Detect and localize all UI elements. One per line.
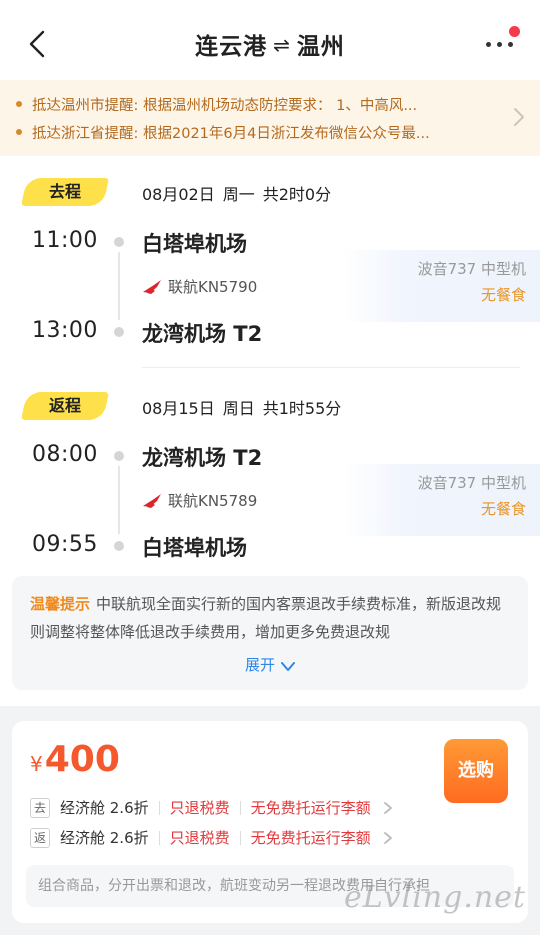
section-divider [142,367,520,368]
separator [158,830,160,845]
direction-badge: 返 [30,827,50,848]
more-menu-button[interactable] [484,26,520,56]
timeline-dot [114,327,124,337]
aircraft-model: 波音737 中型机 [417,260,526,278]
cabin-class: 经济舱 2.6折 [60,829,149,847]
expand-label: 展开 [244,656,275,674]
separator [239,800,241,815]
route-title: 连云港 ⇌ 温州 [0,27,540,61]
airline-info: 联航KN5790 [142,276,257,297]
tip-label: 温馨提示 [30,595,91,613]
timeline-line [118,466,120,534]
depart-airport: 龙湾机场 T2 [142,446,263,470]
return-leg: 返程 08月15日 周日 共1时55分 08:00 龙湾机场 T2 联航KN5789… [0,384,540,574]
direction-badge: 去 [30,797,50,818]
bullet-icon [16,101,22,107]
return-meta: 08月15日 周日 共1时55分 [142,395,349,419]
currency-symbol: ¥ [30,752,43,776]
flight-number: 联航KN5790 [168,278,258,296]
separator [158,800,160,815]
chevron-down-icon [281,662,295,671]
watermark: eLvling.net [343,880,526,915]
notice-text: 抵达浙江省提醒: 根据2021年6月4日浙江发布微信公众号最... [32,125,430,142]
return-duration: 共1时55分 [262,399,342,418]
tip-body: 中联航现全面实行新的国内客票退改手续费标准，新版退改规则调整将整体降低退改手续费… [30,595,502,641]
aircraft-model: 波音737 中型机 [417,474,526,492]
return-date: 08月15日 [142,399,215,418]
arrive-airport: 龙湾机场 T2 [142,322,263,346]
swap-arrows-icon: ⇌ [273,33,291,57]
refund-tip-box: 温馨提示 中联航现全面实行新的国内客票退改手续费标准，新版退改规则调整将整体降低退… [12,576,528,690]
more-dot-icon [486,42,491,47]
timeline-line [118,252,120,320]
outbound-meta: 08月02日 周一 共2时0分 [142,181,339,205]
depart-airport: 白塔埠机场 [142,232,247,256]
bullet-icon [16,129,22,135]
price-value: 400 [44,739,120,780]
airline-info: 联航KN5789 [142,490,257,511]
timeline-dot [114,451,124,461]
notification-badge [509,26,520,37]
arrive-time: 13:00 [32,318,98,343]
more-dot-icon [508,42,513,47]
outbound-leg: 去程 08月02日 周一 共2时0分 11:00 白塔埠机场 联航KN5790 波音… [0,170,540,370]
notice-item: 抵达温州市提醒: 根据温州机场动态防控要求： 1、中高风... [16,92,502,116]
refund-policy: 只退税费 [169,829,230,847]
aircraft-info: 波音737 中型机 无餐食 [344,464,540,536]
more-dot-icon [497,42,502,47]
tip-text: 温馨提示 中联航现全面实行新的国内客票退改手续费标准，新版退改规则调整将整体降低退… [30,590,510,646]
notice-text: 抵达温州市提醒: 根据温州机场动态防控要求： 1、中高风... [32,97,418,114]
arrive-airport: 白塔埠机场 [142,536,247,560]
outbound-weekday: 周一 [222,185,255,204]
chevron-right-icon [383,801,392,814]
flight-number: 联航KN5789 [168,492,258,510]
refund-policy: 只退税费 [169,799,230,817]
origin-city: 连云港 [195,34,268,60]
outbound-date: 08月02日 [142,185,215,204]
notice-item: 抵达浙江省提醒: 根据2021年6月4日浙江发布微信公众号最... [16,120,502,144]
aircraft-info: 波音737 中型机 无餐食 [344,250,540,322]
price: ¥400 [30,739,120,780]
expand-button[interactable]: 展开 [12,654,528,675]
cabin-row-outbound[interactable]: 去 经济舱 2.6折 只退税费 无免费托运行李额 [30,797,393,818]
depart-time: 11:00 [32,228,98,253]
airline-logo-icon [143,493,161,508]
meal-info: 无餐食 [480,286,526,304]
outbound-duration: 共2时0分 [262,185,332,204]
return-weekday: 周日 [222,399,255,418]
timeline-dot [114,541,124,551]
buy-button[interactable]: 选购 [444,739,508,803]
destination-city: 温州 [296,34,345,60]
separator [239,830,241,845]
meal-info: 无餐食 [480,500,526,518]
cabin-class: 经济舱 2.6折 [60,799,149,817]
arrive-time: 09:55 [32,532,98,557]
cabin-row-return[interactable]: 返 经济舱 2.6折 只退税费 无免费托运行李额 [30,827,393,848]
chevron-right-icon [383,831,392,844]
outbound-tag: 去程 [21,178,109,206]
chevron-right-icon [514,108,524,126]
return-tag: 返程 [21,392,109,420]
baggage-policy: 无免费托运行李额 [250,799,371,817]
depart-time: 08:00 [32,442,98,467]
top-nav-bar: 连云港 ⇌ 温州 [0,0,540,80]
airline-logo-icon [143,279,161,294]
timeline-dot [114,237,124,247]
baggage-policy: 无免费托运行李额 [250,829,371,847]
travel-notice-banner[interactable]: 抵达温州市提醒: 根据温州机场动态防控要求： 1、中高风... 抵达浙江省提醒:… [0,80,540,156]
